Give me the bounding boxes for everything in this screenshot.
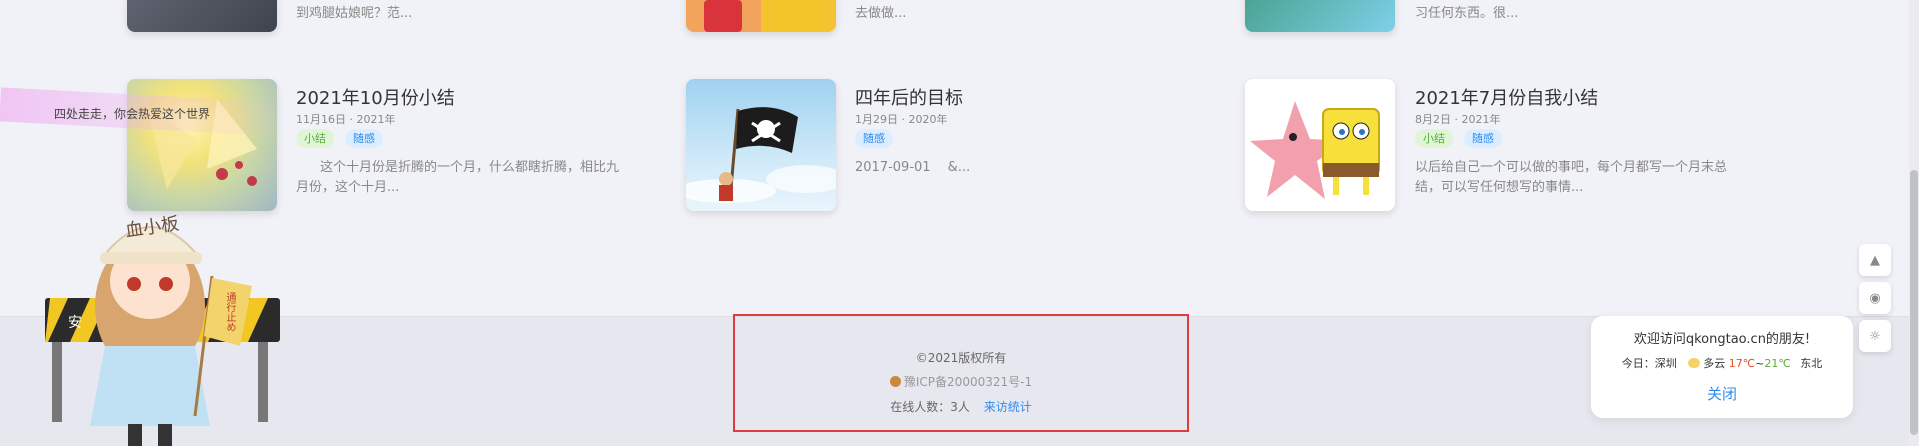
rocket-icon: ▲: [1870, 252, 1880, 268]
wind-direction: 东北: [1800, 357, 1823, 370]
top-thumb-3[interactable]: [1245, 0, 1395, 32]
icp-link[interactable]: 豫ICP备20000321号-1: [904, 375, 1032, 389]
article-title-1[interactable]: 2021年10月份小结: [296, 84, 455, 110]
visit-stats-link[interactable]: 来访统计: [984, 400, 1032, 414]
weather-condition: 多云: [1703, 357, 1726, 370]
motto-text: 四处走走，你会热爱这个世界: [54, 107, 211, 121]
tag-summary[interactable]: 小结: [296, 129, 334, 148]
article-excerpt-1: 这个十月份是折腾的一个月，什么都瞎折腾，相比九 月份，这个十月...: [296, 158, 646, 198]
icp-line[interactable]: 豫ICP备20000321号-1: [735, 373, 1187, 390]
police-badge-icon: [889, 376, 901, 387]
tag-thoughts[interactable]: 随感: [345, 129, 383, 148]
online-count: 在线人数：3人: [890, 400, 970, 414]
barrier-sign-text: 安: [68, 315, 82, 331]
excerpt-line: 月份，这个十月...: [296, 180, 400, 195]
music-button[interactable]: ◉: [1859, 282, 1891, 314]
temp-separator: ~: [1755, 357, 1765, 370]
mascot-flag-text: 通行止め: [224, 292, 235, 332]
top-excerpt-2: 去做做...: [855, 6, 907, 21]
welcome-text: 欢迎访问qkongtao.cn的朋友!: [1633, 332, 1811, 347]
weather-popup: 欢迎访问qkongtao.cn的朋友! 今日：深圳 多云 17℃~21℃ 东北 …: [1591, 316, 1853, 418]
tag-thoughts[interactable]: 随感: [1464, 129, 1502, 148]
article-meta-1: 11月16日 · 2021年: [296, 113, 396, 126]
spongebob-image: [1250, 101, 1380, 199]
city: 深圳: [1654, 357, 1677, 370]
article-excerpt-3: 以后给自己一个可以做的事吧，每个月都写一个月末总 结，可以写任何想写的事情...: [1415, 158, 1775, 198]
back-to-top-button[interactable]: ▲: [1859, 244, 1891, 276]
article-title-2[interactable]: 四年后的目标: [855, 84, 963, 110]
temp-high: 21℃: [1764, 357, 1791, 370]
top-excerpt-3: 习任何东西。很...: [1415, 6, 1519, 21]
article-meta-3: 8月2日 · 2021年: [1415, 113, 1501, 126]
article-meta-2: 1月29日 · 2020年: [855, 113, 948, 126]
pirate-flag-image: [686, 107, 836, 203]
scrollbar-thumb[interactable]: [1910, 170, 1918, 435]
weather-today: 今日：深圳 多云 17℃~21℃ 东北: [1591, 355, 1853, 371]
article-thumb-3[interactable]: [1245, 79, 1395, 211]
temp-low: 17℃: [1728, 357, 1756, 370]
cloud-sun-icon: [1688, 358, 1701, 368]
copyright-text: ©2021版权所有: [915, 351, 1007, 365]
top-thumb-2[interactable]: [686, 0, 836, 32]
excerpt-line: 结，可以写任何想写的事情...: [1415, 180, 1584, 195]
footer-info-box: ©2021版权所有 豫ICP备20000321号-1 在线人数：3人 来访统计: [733, 314, 1189, 432]
article-excerpt-2: 2017-09-01 &...: [855, 160, 971, 175]
theme-toggle-button[interactable]: ☼: [1859, 320, 1891, 352]
article-thumb-2[interactable]: [686, 79, 836, 211]
top-excerpt-1: 到鸡腿姑娘呢？范...: [296, 6, 413, 21]
article-title-3[interactable]: 2021年7月份自我小结: [1415, 84, 1598, 110]
excerpt-line: 这个十月份是折腾的一个月，什么都瞎折腾，相比九: [320, 160, 620, 175]
online-line: 在线人数：3人 来访统计: [735, 398, 1187, 415]
headset-icon: ◉: [1869, 290, 1881, 306]
top-thumb-1[interactable]: [127, 0, 277, 32]
close-weather-button[interactable]: 关闭: [1591, 383, 1853, 404]
tag-thoughts[interactable]: 随感: [855, 129, 893, 148]
sun-icon: ☼: [1869, 328, 1881, 344]
today-label: 今日：: [1621, 357, 1655, 370]
excerpt-line: 以后给自己一个可以做的事吧，每个月都写一个月末总: [1415, 160, 1728, 175]
tag-summary[interactable]: 小结: [1415, 129, 1453, 148]
